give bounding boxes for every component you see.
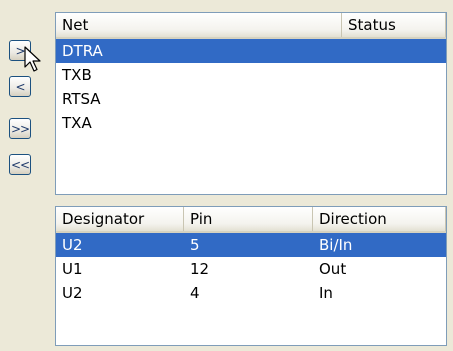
pin-row[interactable]: U2 4 In: [56, 281, 446, 305]
net-column-header[interactable]: Net: [56, 13, 342, 37]
pin-designator: U2: [62, 284, 83, 302]
move-all-left-button[interactable]: <<: [9, 154, 31, 175]
net-list-header: Net Status: [56, 13, 446, 39]
net-status: [342, 87, 446, 111]
move-all-right-button[interactable]: >>: [9, 118, 31, 139]
net-name: DTRA: [62, 42, 103, 60]
pin-number: 4: [190, 284, 200, 302]
net-row[interactable]: RTSA: [56, 87, 446, 111]
net-name: TXA: [62, 114, 92, 132]
pin-designator: U2: [62, 236, 83, 254]
pin-list-header: Designator Pin Direction: [56, 207, 446, 233]
net-name: TXB: [62, 66, 92, 84]
direction-column-header[interactable]: Direction: [313, 207, 446, 231]
net-row[interactable]: DTRA: [56, 39, 446, 63]
net-list[interactable]: Net Status DTRA TXB RTSA TXA: [55, 12, 447, 195]
net-row[interactable]: TXA: [56, 111, 446, 135]
designator-column-header[interactable]: Designator: [56, 207, 184, 231]
net-status: [342, 39, 446, 63]
pin-direction: Bi/In: [319, 236, 353, 254]
status-column-header[interactable]: Status: [342, 13, 446, 37]
pin-number: 5: [190, 236, 200, 254]
pin-direction: In: [319, 284, 333, 302]
pin-direction: Out: [319, 260, 347, 278]
net-status: [342, 63, 446, 87]
pin-number: 12: [190, 260, 210, 278]
net-status: [342, 111, 446, 135]
pin-row[interactable]: U1 12 Out: [56, 257, 446, 281]
pin-list[interactable]: Designator Pin Direction U2 5 Bi/In U1 1…: [55, 206, 447, 346]
pin-column-header[interactable]: Pin: [184, 207, 313, 231]
mouse-cursor-icon: [24, 46, 41, 72]
net-name: RTSA: [62, 90, 101, 108]
pin-designator: U1: [62, 260, 83, 278]
pin-row[interactable]: U2 5 Bi/In: [56, 233, 446, 257]
net-row[interactable]: TXB: [56, 63, 446, 87]
move-left-button[interactable]: <: [9, 76, 31, 97]
